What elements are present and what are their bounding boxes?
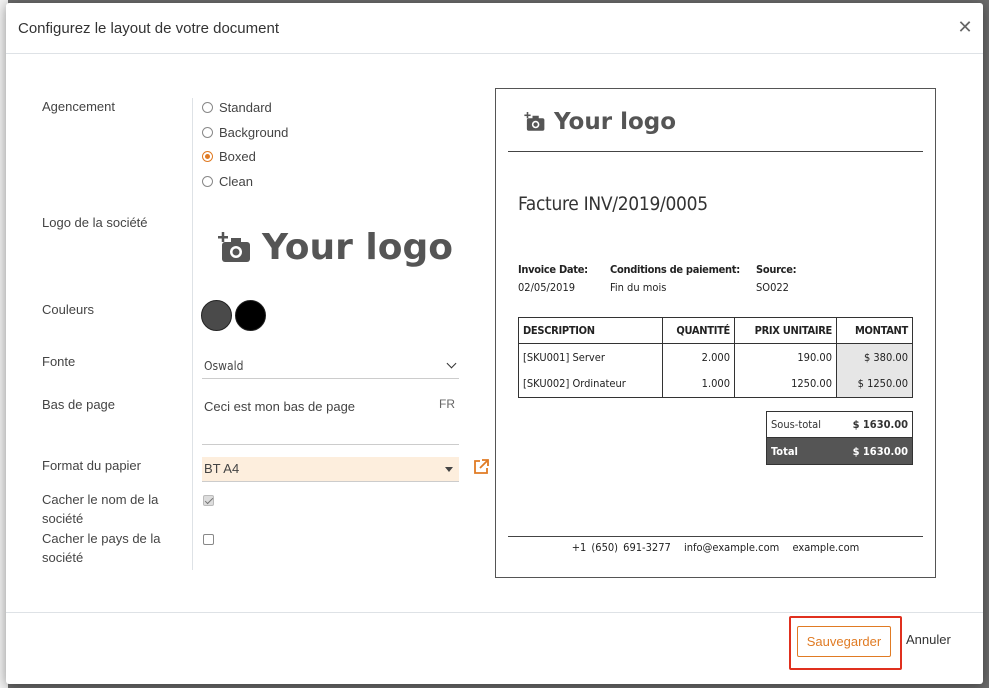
invoice-date-label: Invoice Date:: [518, 263, 588, 276]
company-logo-upload[interactable]: Your logo: [218, 227, 453, 268]
camera-add-icon: [218, 231, 250, 262]
layout-option-label: Boxed: [219, 149, 256, 164]
font-select[interactable]: Oswald: [202, 355, 459, 379]
column-header: MONTANT: [836, 317, 913, 344]
payment-terms-label: Conditions de paiement:: [610, 263, 740, 276]
column-header: QUANTITÉ: [662, 317, 735, 344]
paper-format-select[interactable]: BT A4: [202, 457, 459, 482]
layout-option-label: Background: [219, 125, 289, 140]
preview-totals: Sous-total $ 1630.00 Total $ 1630.00: [766, 411, 913, 465]
preview-invoice-title: Facture INV/2019/0005: [518, 193, 708, 215]
row-description: [SKU002] Ordinateur: [518, 370, 663, 398]
paper-format-value: BT A4: [204, 461, 240, 476]
subtotal-label: Sous-total: [771, 418, 821, 431]
caret-down-icon: [445, 467, 453, 472]
paper-format-label: Format du papier: [42, 458, 141, 473]
layout-option-boxed[interactable]: Boxed: [202, 149, 256, 164]
primary-color-swatch[interactable]: [201, 300, 232, 331]
hide-name-label-line2: société: [42, 511, 84, 526]
total-label: Total: [771, 444, 798, 458]
layout-option-label: Standard: [219, 100, 272, 115]
footer-text-input[interactable]: Ceci est mon bas de page: [204, 399, 355, 414]
language-button[interactable]: FR: [439, 397, 455, 411]
row-unit-price: 1250.00: [734, 370, 837, 398]
preview-payment-terms: Conditions de paiement: Fin du mois: [610, 261, 740, 297]
secondary-color-swatch[interactable]: [235, 300, 266, 331]
radio-icon[interactable]: [202, 127, 213, 138]
radio-checked-icon[interactable]: [202, 151, 213, 162]
external-link-icon[interactable]: [472, 458, 490, 476]
logo-placeholder-text: Your logo: [262, 227, 453, 268]
font-underline: [202, 378, 459, 379]
preview-footer-rule: [508, 536, 923, 537]
layout-option-standard[interactable]: Standard: [202, 100, 272, 115]
logo-label: Logo de la société: [42, 215, 148, 230]
layout-option-clean[interactable]: Clean: [202, 174, 253, 189]
source-value: SO022: [756, 281, 789, 294]
dialog-header: Configurez le layout de votre document ✕: [6, 3, 983, 54]
layout-option-label: Clean: [219, 174, 253, 189]
hide-name-checkbox[interactable]: [203, 495, 214, 506]
layout-label: Agencement: [42, 99, 115, 114]
font-select-value: Oswald: [204, 359, 244, 373]
radio-icon[interactable]: [202, 102, 213, 113]
hide-country-checkbox[interactable]: [203, 534, 214, 545]
subtotal-row: Sous-total $ 1630.00: [766, 411, 913, 438]
row-amount: $ 1250.00: [836, 370, 913, 398]
radio-icon[interactable]: [202, 176, 213, 187]
invoice-date-value: 02/05/2019: [518, 281, 576, 294]
preview-logo: Your logo: [524, 109, 676, 135]
row-quantity: 2.000: [662, 343, 735, 371]
footer-phone: +1 (650) 691-3277: [571, 541, 671, 554]
footer-website: example.com: [792, 541, 860, 554]
column-header: DESCRIPTION: [518, 317, 663, 344]
payment-terms-value: Fin du mois: [610, 281, 667, 294]
source-label: Source:: [756, 263, 797, 276]
layout-config-dialog: Configurez le layout de votre document ✕…: [6, 3, 983, 684]
row-amount: $ 380.00: [836, 343, 913, 371]
row-description: [SKU001] Server: [518, 343, 663, 371]
subtotal-value: $ 1630.00: [852, 418, 908, 431]
chevron-down-icon: [446, 358, 457, 369]
cancel-button[interactable]: Annuler: [906, 632, 951, 647]
table-row: [SKU002] Ordinateur 1.000 1250.00 $ 1250…: [518, 370, 913, 398]
layout-option-background[interactable]: Background: [202, 125, 288, 140]
hide-name-label: Cacher le nom de la société: [42, 490, 158, 528]
total-row: Total $ 1630.00: [766, 438, 913, 465]
preview-source: Source: SO022: [756, 261, 797, 297]
footer-email: info@example.com: [683, 541, 780, 554]
hide-country-label-line1: Cacher le pays de la: [42, 531, 161, 546]
row-unit-price: 190.00: [734, 343, 837, 371]
form-divider: [192, 98, 193, 570]
preview-header-rule: [508, 151, 923, 152]
total-value: $ 1630.00: [852, 444, 908, 458]
column-header: PRIX UNITAIRE: [734, 317, 837, 344]
preview-invoice-date: Invoice Date: 02/05/2019: [518, 261, 588, 297]
footer-label: Bas de page: [42, 397, 116, 412]
row-quantity: 1.000: [662, 370, 735, 398]
table-header-row: DESCRIPTION QUANTITÉ PRIX UNITAIRE MONTA…: [518, 317, 913, 344]
font-label: Fonte: [42, 354, 76, 369]
footer-underline: [202, 444, 459, 445]
preview-logo-text: Your logo: [554, 109, 677, 135]
table-row: [SKU001] Server 2.000 190.00 $ 380.00: [518, 343, 913, 371]
dialog-title: Configurez le layout de votre document: [18, 20, 279, 37]
hide-country-label: Cacher le pays de la société: [42, 529, 161, 567]
hide-name-label-line1: Cacher le nom de la: [42, 492, 159, 507]
camera-add-icon: [524, 112, 545, 131]
preview-lines-table: DESCRIPTION QUANTITÉ PRIX UNITAIRE MONTA…: [518, 317, 913, 398]
preview-footer: +1 (650) 691-3277 info@example.com examp…: [496, 541, 935, 554]
colors-label: Couleurs: [42, 302, 95, 317]
save-button[interactable]: Sauvegarder: [797, 626, 891, 657]
close-icon[interactable]: ✕: [955, 17, 975, 38]
document-preview: Your logo Facture INV/2019/0005 Invoice …: [495, 88, 936, 578]
hide-country-label-line2: société: [42, 550, 84, 565]
